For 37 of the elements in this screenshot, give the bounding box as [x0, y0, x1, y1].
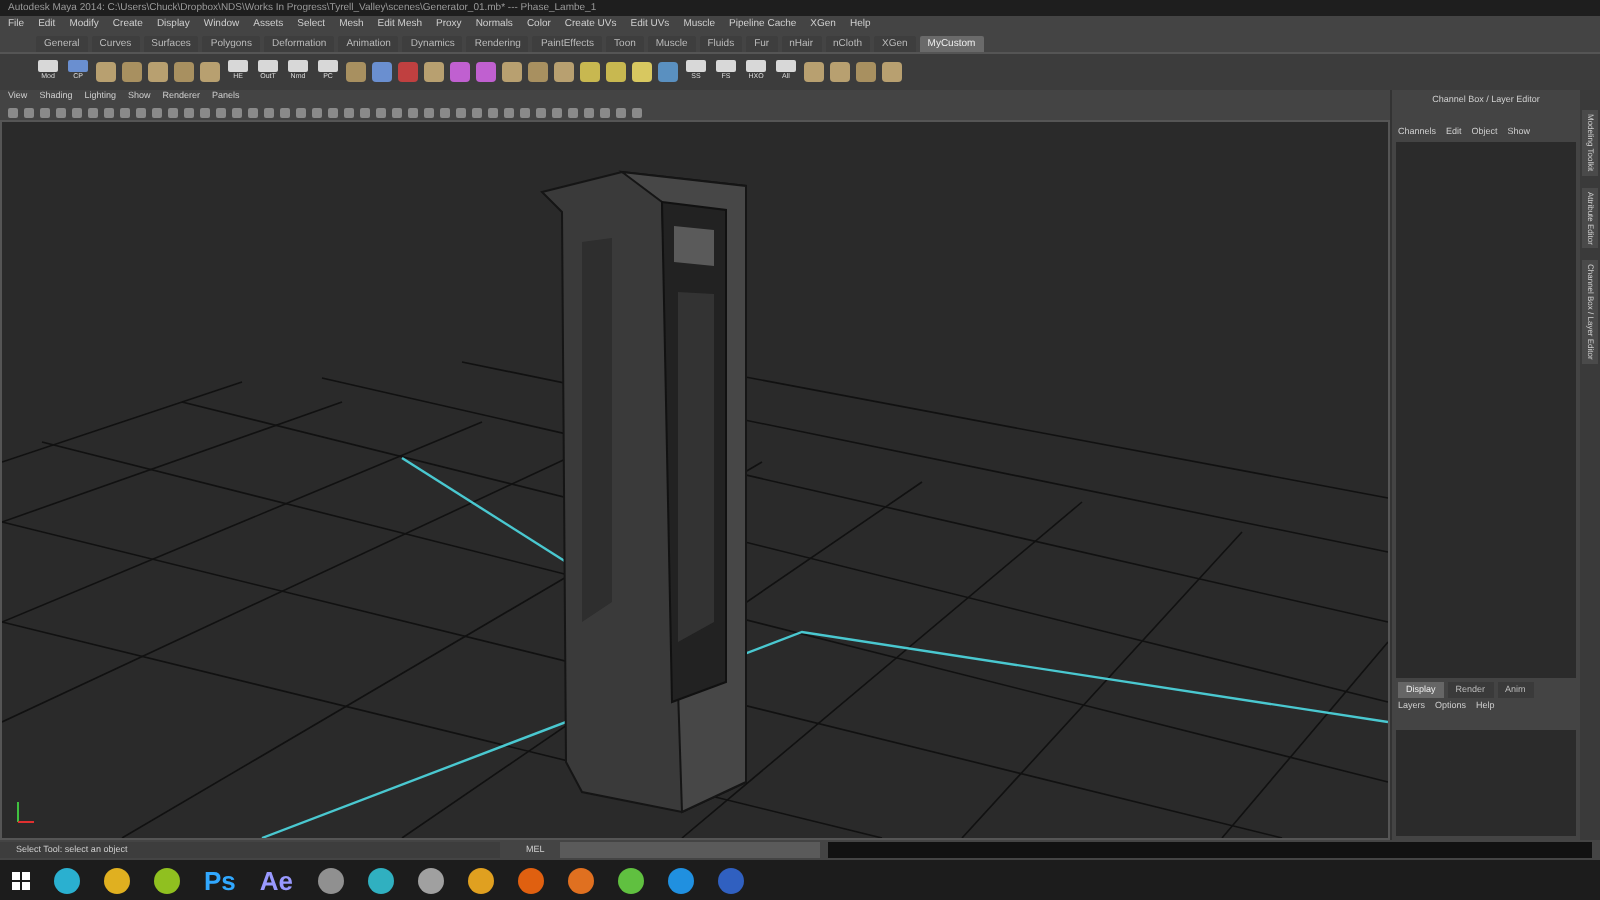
shelf-tool-icon[interactable] — [372, 62, 392, 82]
app-icon[interactable] — [367, 867, 394, 893]
app-icon[interactable] — [617, 867, 644, 893]
shelf-tool-icon[interactable] — [476, 62, 496, 82]
shelf-tool-icon[interactable] — [398, 62, 418, 82]
shelf-tool-icon[interactable] — [200, 62, 220, 82]
app-icon[interactable]: Ps — [204, 867, 236, 893]
app-icon[interactable] — [417, 867, 444, 893]
windows-icon[interactable] — [12, 871, 30, 889]
axis-gizmo — [17, 801, 35, 823]
shelf-tool-icon[interactable] — [632, 62, 652, 82]
shelf-tool-icon[interactable] — [528, 62, 548, 82]
shelf-tool-icon[interactable] — [148, 62, 168, 82]
app-icon[interactable] — [517, 867, 544, 893]
shelf-tool-icon[interactable] — [658, 62, 678, 82]
shelf-tool-icon[interactable] — [96, 62, 116, 82]
app-icon[interactable] — [104, 867, 130, 893]
shelf-tool-icon[interactable] — [424, 62, 444, 82]
shelf-tool-icon[interactable] — [554, 62, 574, 82]
app-icon[interactable]: Ae — [259, 867, 294, 893]
shelf-tool-icon[interactable] — [580, 62, 600, 82]
app-icon[interactable] — [567, 867, 594, 893]
app-icon[interactable] — [467, 867, 494, 893]
shelf-tool-icon[interactable] — [346, 62, 366, 82]
shelf-tool-icon[interactable] — [450, 62, 470, 82]
app-icon[interactable] — [54, 867, 80, 893]
shelf-tool-icon[interactable] — [856, 62, 876, 82]
shelf-tool-icon[interactable] — [122, 62, 142, 82]
app-icon[interactable] — [667, 867, 694, 893]
shelf-tool-icon[interactable] — [606, 62, 626, 82]
shelf-tool-icon[interactable] — [830, 62, 850, 82]
shelf-tool-icon[interactable] — [882, 62, 902, 82]
app-icon[interactable] — [154, 867, 180, 893]
app-icon[interactable] — [317, 867, 344, 893]
shelf-tool-icon[interactable] — [502, 62, 522, 82]
shelf-tool-icon[interactable] — [804, 62, 824, 82]
shelf-tool-icon[interactable] — [174, 62, 194, 82]
